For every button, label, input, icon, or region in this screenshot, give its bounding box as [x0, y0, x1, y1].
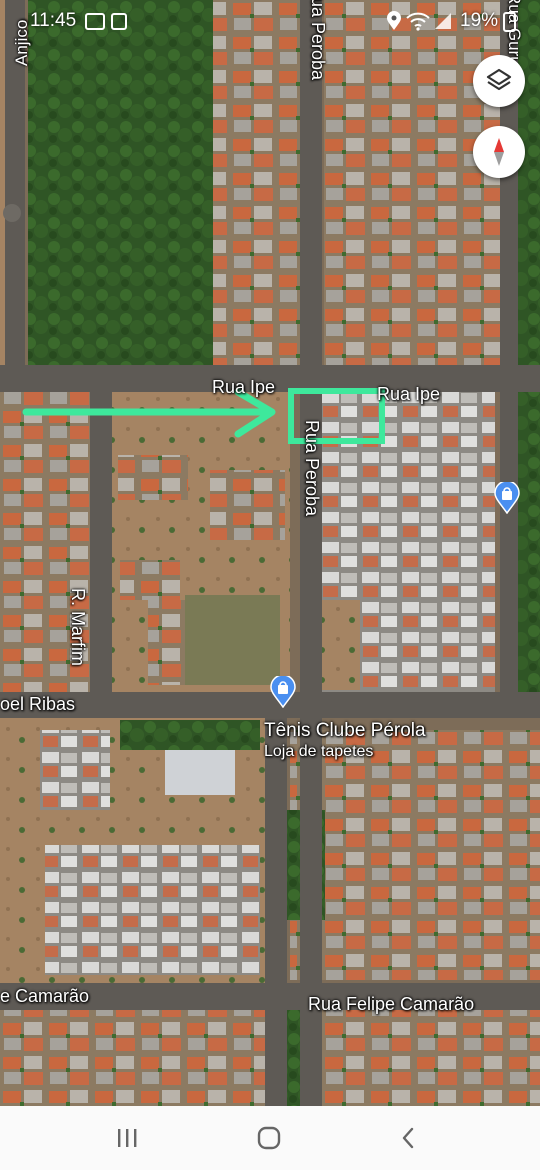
- recents-icon[interactable]: [116, 1128, 138, 1148]
- open-lot: [185, 595, 280, 685]
- city-block: [290, 730, 540, 980]
- city-block: [118, 455, 188, 500]
- street-label-rua-ipe-right: Rua Ipe: [377, 384, 441, 404]
- compass-icon: [494, 138, 504, 166]
- street-label-rua-peroba-mid: Rua Peroba: [302, 420, 322, 517]
- wifi-icon: [406, 12, 430, 31]
- location-icon: [387, 11, 401, 30]
- back-icon[interactable]: [400, 1126, 416, 1150]
- media-icon: [111, 13, 127, 30]
- navigation-bar: [0, 1106, 540, 1170]
- city-block: [148, 600, 188, 685]
- sim-icon: [85, 13, 105, 30]
- city-block: [45, 845, 260, 975]
- shopping-bag-pin-icon-right[interactable]: [494, 482, 520, 514]
- city-block: [120, 560, 180, 600]
- tree-line: [120, 720, 260, 750]
- screen: Anjico Rua Peroba Rua Guru Rua Ipe Rua I…: [0, 0, 540, 1170]
- city-block: [40, 730, 110, 810]
- building: [165, 745, 235, 795]
- compass-button[interactable]: [473, 126, 525, 178]
- street-label-manoel-ribas: oel Ribas: [0, 694, 76, 714]
- city-block: [213, 0, 301, 365]
- street-label-r-marfim: R. Marfim: [68, 588, 88, 666]
- status-time: 11:45: [30, 10, 77, 31]
- shopping-bag-pin-icon[interactable]: [270, 676, 296, 708]
- poi-name[interactable]: Tênis Clube Pérola: [264, 720, 426, 742]
- layers-icon: [486, 68, 512, 91]
- battery-icon: [503, 12, 516, 32]
- poi-category: Loja de tapetes: [264, 743, 374, 760]
- street-label-rua-felipe-camarao: Rua Felipe Camarão: [308, 994, 475, 1014]
- home-icon[interactable]: [257, 1126, 281, 1150]
- layers-button[interactable]: [473, 55, 525, 107]
- city-block: [518, 392, 540, 692]
- street-label-camarao-left: e Camarão: [0, 986, 90, 1006]
- city-block: [210, 470, 285, 540]
- satellite-map[interactable]: [0, 0, 540, 1106]
- status-bar: 11:45 19%: [0, 0, 540, 44]
- battery-level: 19%: [460, 10, 499, 31]
- forest-area: [28, 0, 213, 365]
- street-label-rua-ipe-left: Rua Ipe: [212, 377, 276, 397]
- signal-icon: [435, 13, 451, 29]
